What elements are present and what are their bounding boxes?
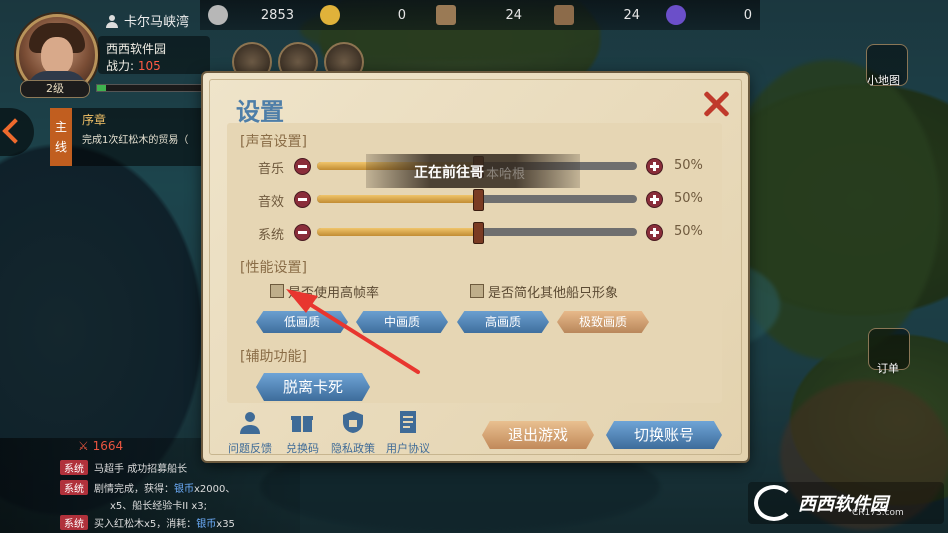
chat-line: 系统 剧情完成，获得：银币x2000、 — [60, 480, 235, 495]
quality-medium-button[interactable]: 中画质 — [356, 311, 448, 333]
quality-low-button[interactable]: 低画质 — [256, 311, 348, 333]
navigation-toast: 本哈根 正在前往哥 — [366, 154, 580, 188]
sfx-increase-button[interactable] — [646, 191, 663, 208]
system-decrease-button[interactable] — [294, 224, 311, 241]
high-fps-label: 是否使用高帧率 — [288, 286, 380, 301]
gold-coin-icon — [320, 5, 340, 25]
location-label: 卡尔马峡湾 — [105, 11, 189, 30]
watermark-logo-icon — [754, 485, 794, 521]
unstuck-button[interactable]: 脱离卡死 — [256, 373, 370, 401]
system-increase-button[interactable] — [646, 224, 663, 241]
music-percent: 50% — [674, 158, 703, 173]
lock-shield-icon[interactable] — [341, 410, 365, 434]
sfx-decrease-button[interactable] — [294, 191, 311, 208]
simplify-ships-checkbox[interactable] — [470, 284, 484, 298]
privacy-policy-link[interactable]: 隐私政策 — [331, 440, 375, 456]
resource-scroll[interactable]: 24 — [436, 5, 522, 25]
quality-ultra-button[interactable]: 极致画质 — [557, 311, 649, 333]
chat-text: 剧情完成，获得： — [94, 484, 174, 495]
silver-count: 2853 — [260, 7, 294, 23]
watermark-url: CR173.com — [852, 508, 904, 518]
slider-handle[interactable] — [473, 222, 484, 244]
orders-label: 订单 — [877, 362, 899, 375]
sound-section-title: [声音设置] — [240, 134, 307, 150]
sfx-slider[interactable] — [317, 189, 637, 211]
card-count: 24 — [623, 7, 640, 23]
close-icon[interactable] — [702, 90, 730, 118]
gold-count: 0 — [397, 7, 406, 23]
chat-tag: 系统 — [60, 515, 88, 530]
system-slider[interactable] — [317, 222, 637, 244]
chat-text: x5、船长经验卡II x3; — [110, 501, 208, 512]
toast-text: 正在前往哥 — [414, 165, 484, 181]
quest-title: 序章 — [82, 113, 107, 127]
chat-text: 马超手 — [94, 464, 128, 475]
redeem-code-link[interactable]: 兑换码 — [286, 440, 319, 456]
document-icon[interactable] — [396, 410, 420, 434]
resource-bar: 2853 0 24 24 0 — [200, 0, 760, 30]
user-feedback-icon[interactable] — [238, 410, 262, 434]
gift-icon[interactable] — [290, 410, 314, 434]
chat-line: 系统 买入红松木x5，消耗：银币x35 — [60, 515, 235, 530]
toast-background-text: 本哈根 — [486, 167, 526, 182]
slider-fill — [317, 195, 477, 203]
scroll-count: 24 — [505, 7, 522, 23]
music-decrease-button[interactable] — [294, 158, 311, 175]
chat-text: x2000、 — [194, 484, 236, 495]
music-increase-button[interactable] — [646, 158, 663, 175]
feedback-link[interactable]: 问题反馈 — [228, 440, 272, 456]
scroll-icon — [436, 5, 456, 25]
sfx-percent: 50% — [674, 191, 703, 206]
chat-line: 系统 马超手 成功招募船长 — [60, 460, 187, 475]
main-quest-tag: 主 线 — [50, 108, 72, 166]
player-level: 2级 — [20, 80, 90, 98]
system-percent: 50% — [674, 224, 703, 239]
card-icon — [554, 5, 574, 25]
sfx-label: 音效 — [258, 195, 285, 210]
fleet-hp: ⚔ 1664 — [78, 439, 124, 453]
gem-icon — [666, 5, 686, 25]
chat-text: 成功招募船长 — [127, 464, 188, 475]
quality-high-button[interactable]: 高画质 — [457, 311, 549, 333]
performance-section-title: [性能设置] — [240, 260, 307, 276]
player-power: 战力: 105 — [106, 57, 161, 74]
chat-text: x35 — [216, 519, 235, 530]
high-fps-checkbox[interactable] — [270, 284, 284, 298]
chat-highlight: 银币 — [174, 484, 194, 495]
resource-card[interactable]: 24 — [554, 5, 640, 25]
assist-section-title: [辅助功能] — [240, 349, 307, 365]
watermark: 西西软件园 CR173.com — [748, 482, 944, 524]
exit-game-button[interactable]: 退出游戏 — [482, 421, 594, 449]
user-agreement-link[interactable]: 用户协议 — [386, 440, 430, 456]
chat-line: x5、船长经验卡II x3; — [110, 497, 207, 512]
chat-highlight: 银币 — [196, 519, 217, 530]
power-value: 105 — [137, 59, 161, 73]
location-name: 卡尔马峡湾 — [124, 15, 190, 30]
chat-text: 买入红松木x5，消耗： — [94, 519, 197, 530]
power-label: 战力: — [106, 59, 135, 73]
quest-tag-char-2: 线 — [54, 140, 67, 154]
resource-silver[interactable]: 2853 — [208, 5, 294, 25]
music-label: 音乐 — [258, 162, 285, 177]
quest-tag-char-1: 主 — [54, 120, 67, 134]
chat-tag: 系统 — [60, 460, 88, 475]
slider-handle[interactable] — [473, 189, 484, 211]
system-sound-label: 系统 — [258, 228, 285, 243]
fleet-hp-value: 1664 — [92, 439, 124, 453]
simplify-ships-label: 是否简化其他船只形象 — [488, 286, 619, 301]
exp-bar — [96, 84, 208, 92]
quest-description: 完成1次红松木的贸易（ — [82, 135, 189, 146]
silver-coin-icon — [208, 5, 228, 25]
resource-gem[interactable]: 0 — [666, 5, 752, 25]
slider-fill — [317, 228, 477, 236]
chat-tag: 系统 — [60, 480, 88, 495]
minimap-label: 小地图 — [867, 74, 900, 87]
person-icon — [106, 14, 118, 28]
dialog-title: 设置 — [236, 98, 284, 126]
gem-count: 0 — [743, 7, 752, 23]
exp-bar-fill — [97, 85, 106, 91]
switch-account-button[interactable]: 切换账号 — [606, 421, 722, 449]
player-name: 西西软件园 — [106, 42, 167, 56]
resource-gold[interactable]: 0 — [320, 5, 406, 25]
